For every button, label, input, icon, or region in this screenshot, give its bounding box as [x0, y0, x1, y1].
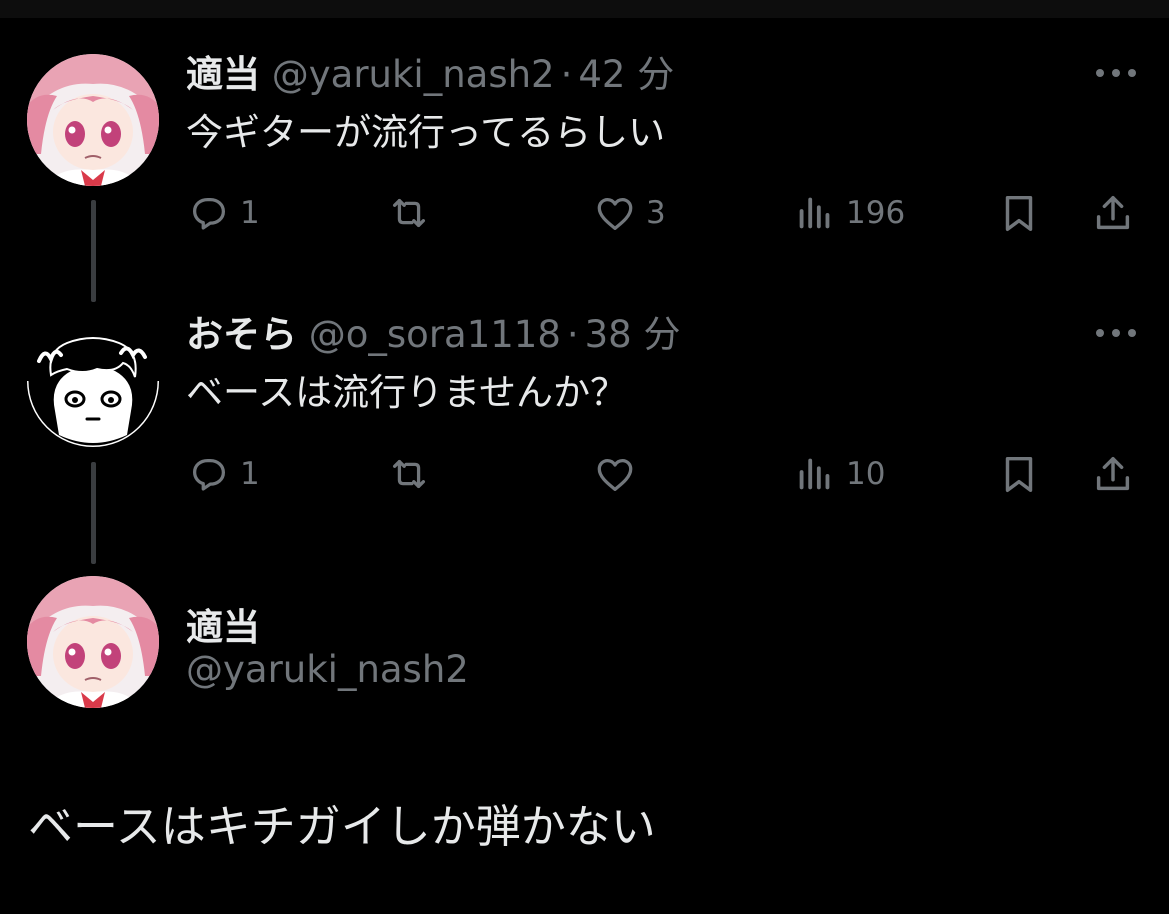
- top-bar: [0, 0, 1169, 18]
- reply-button[interactable]: 1: [186, 188, 260, 238]
- reply-icon: [192, 197, 226, 230]
- tweet-text: 今ギターが流行ってるらしい: [186, 111, 666, 154]
- tweet-text: ベースは流行りませんか？: [186, 371, 628, 414]
- user-handle[interactable]: @yaruki_nash2: [272, 53, 555, 96]
- retweet-icon: [392, 459, 426, 489]
- like-icon: [597, 458, 633, 491]
- tweet-header: おそら @o_sora1118 · 38 分: [186, 313, 680, 357]
- bookmark-button[interactable]: [996, 449, 1042, 499]
- share-button[interactable]: [1090, 449, 1136, 499]
- timestamp[interactable]: 42 分: [578, 53, 674, 96]
- reply-count: 1: [240, 456, 260, 492]
- share-icon: [1096, 195, 1130, 230]
- display-name[interactable]: 適当: [186, 53, 260, 96]
- views-button[interactable]: 196: [792, 188, 905, 238]
- like-button[interactable]: [592, 449, 646, 499]
- timestamp[interactable]: 38 分: [585, 313, 681, 356]
- more-icon[interactable]: [1096, 323, 1140, 343]
- display-name[interactable]: 適当: [186, 597, 260, 651]
- bookmark-button[interactable]: [996, 188, 1042, 238]
- user-handle[interactable]: @o_sora1118: [309, 313, 561, 356]
- views-icon: [799, 197, 830, 229]
- like-button[interactable]: 3: [592, 188, 666, 238]
- views-button[interactable]: 10: [792, 449, 885, 499]
- reply-icon: [192, 458, 226, 491]
- reply-count: 1: [240, 195, 260, 231]
- main-tweet-text: ベースはキチガイしか弾かない: [28, 800, 656, 853]
- like-icon: [597, 197, 633, 230]
- bookmark-icon: [1005, 195, 1033, 232]
- bookmark-icon: [1005, 456, 1033, 493]
- avatar[interactable]: [27, 576, 159, 708]
- retweet-button[interactable]: [386, 188, 440, 238]
- views-count: 196: [846, 195, 906, 231]
- views-icon: [799, 458, 830, 490]
- tweet-header: 適当 @yaruki_nash2 · 42 分: [186, 53, 674, 97]
- display-name[interactable]: おそら: [186, 313, 297, 356]
- avatar-image: [27, 576, 159, 708]
- views-count: 10: [846, 456, 886, 492]
- retweet-icon: [392, 198, 426, 228]
- avatar-image: [27, 315, 159, 447]
- like-count: 3: [646, 195, 666, 231]
- thread-line: [91, 200, 96, 302]
- share-button[interactable]: [1090, 188, 1136, 238]
- user-handle[interactable]: @yaruki_nash2: [186, 648, 469, 691]
- avatar[interactable]: [27, 315, 159, 447]
- separator: ·: [560, 53, 573, 96]
- thread-line: [91, 462, 96, 564]
- separator: ·: [566, 313, 579, 356]
- share-icon: [1096, 456, 1130, 491]
- reply-button[interactable]: 1: [186, 449, 260, 499]
- avatar[interactable]: [27, 54, 159, 186]
- avatar-image: [27, 54, 159, 186]
- retweet-button[interactable]: [386, 449, 440, 499]
- more-icon[interactable]: [1096, 63, 1140, 83]
